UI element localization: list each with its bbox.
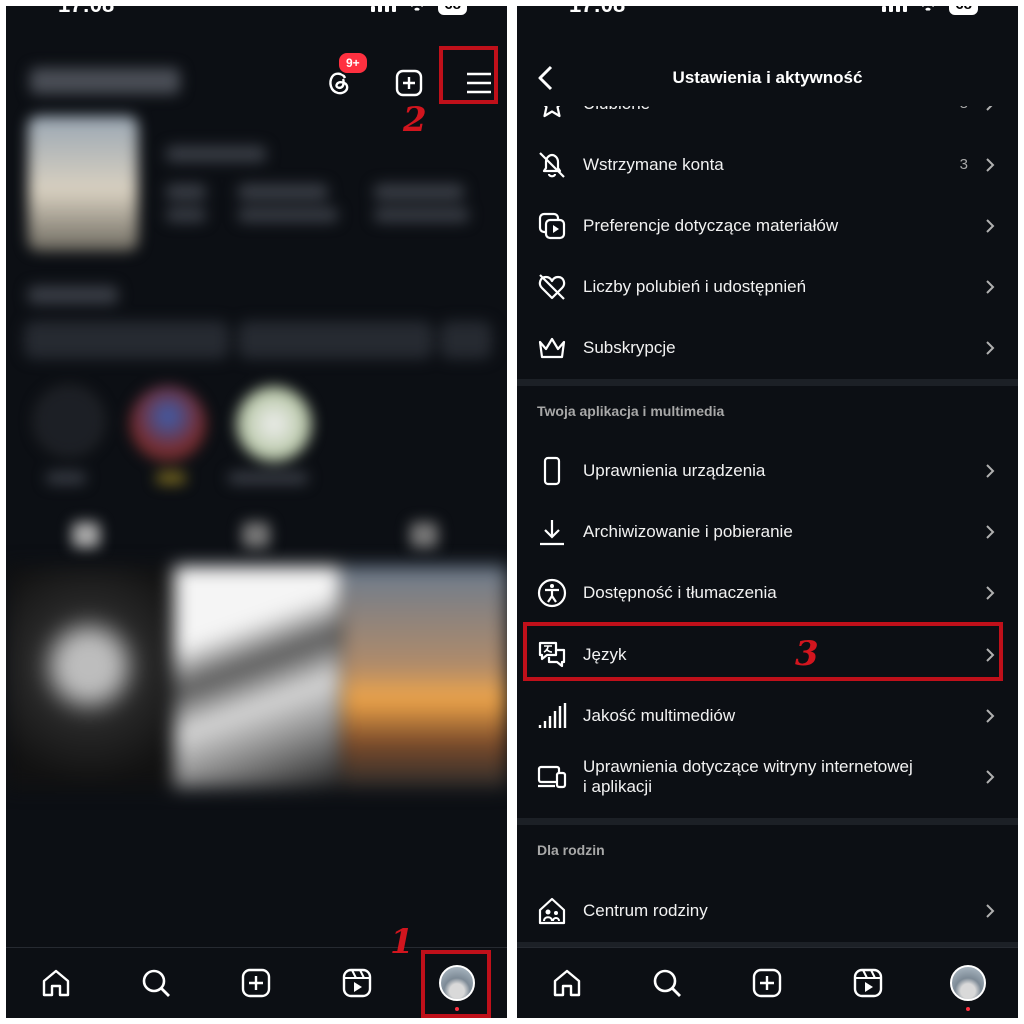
status-bar: 17:08 68 bbox=[6, 6, 507, 22]
annotation-box-language bbox=[523, 622, 1003, 681]
bottom-tab-bar bbox=[517, 947, 1018, 1018]
settings-item-subscriptions[interactable]: Subskrypcje bbox=[517, 317, 1018, 378]
signal-icon bbox=[882, 6, 908, 12]
signal-icon bbox=[371, 6, 397, 12]
settings-item-paused-accounts[interactable]: Wstrzymane konta 3 bbox=[517, 134, 1018, 195]
chevron-right-icon bbox=[986, 585, 995, 600]
settings-item-archiving-downloading[interactable]: Archiwizowanie i pobieranie bbox=[517, 501, 1018, 562]
media-preferences-icon bbox=[538, 212, 566, 239]
settings-item-label: Subskrypcje bbox=[583, 337, 676, 357]
status-time: 17:08 bbox=[58, 6, 114, 18]
family-center-icon bbox=[538, 897, 566, 924]
annotation-number-1: 1 bbox=[390, 922, 414, 962]
tab-profile[interactable] bbox=[946, 961, 990, 1011]
download-icon bbox=[540, 519, 564, 545]
settings-item-label: Centrum rodziny bbox=[583, 900, 708, 920]
tab-create[interactable] bbox=[745, 961, 789, 1005]
reels-icon bbox=[853, 968, 882, 998]
bell-off-icon bbox=[539, 151, 565, 178]
activity-dot bbox=[965, 1007, 970, 1011]
wifi-icon bbox=[922, 6, 934, 11]
home-icon bbox=[553, 969, 581, 997]
chevron-right-icon bbox=[986, 708, 995, 723]
settings-item-label: Uprawnienia urządzenia bbox=[583, 460, 766, 480]
phone-icon bbox=[543, 456, 561, 485]
annotation-box-profile bbox=[421, 950, 491, 1018]
profile-screen: 17:08 68 bbox=[6, 6, 507, 1018]
chevron-right-icon bbox=[986, 903, 995, 918]
page-title: Ustawienia i aktywność bbox=[672, 68, 863, 87]
devices-icon bbox=[537, 765, 567, 788]
threads-button[interactable]: 9+ bbox=[321, 51, 369, 101]
reels-icon bbox=[342, 968, 371, 998]
tab-home[interactable] bbox=[545, 961, 589, 1005]
settings-item-label: Archiwizowanie i pobieranie bbox=[583, 521, 793, 541]
settings-item-label: Liczby polubień i udostępnień bbox=[583, 276, 807, 296]
plus-square-icon bbox=[395, 69, 423, 97]
settings-item-device-permissions[interactable]: Uprawnienia urządzenia bbox=[517, 440, 1018, 501]
settings-item-family-center[interactable]: Centrum rodziny bbox=[517, 880, 1018, 941]
section-divider bbox=[517, 379, 1018, 386]
settings-item-website-permissions[interactable]: Uprawnienia dotyczące witryny internetow… bbox=[517, 746, 1018, 807]
chevron-right-icon bbox=[986, 279, 995, 294]
settings-item-label: Jakość multimediów bbox=[583, 705, 736, 725]
crown-icon bbox=[538, 337, 566, 358]
battery-indicator: 68 bbox=[438, 6, 467, 15]
settings-item-label: Dostępność i tłumaczenia bbox=[583, 582, 777, 602]
section-title-app-media: Twoja aplikacja i multimedia bbox=[537, 403, 725, 419]
settings-item-like-counts[interactable]: Liczby polubień i udostępnień bbox=[517, 256, 1018, 317]
settings-item-accessibility[interactable]: Dostępność i tłumaczenia bbox=[517, 562, 1018, 623]
chevron-right-icon bbox=[986, 769, 995, 784]
tab-search[interactable] bbox=[645, 961, 689, 1005]
notification-badge: 9+ bbox=[337, 51, 369, 75]
chevron-right-icon bbox=[986, 463, 995, 478]
tab-reels[interactable] bbox=[335, 961, 379, 1005]
annotation-box-menu bbox=[439, 46, 498, 104]
section-title-family: Dla rodzin bbox=[537, 842, 605, 858]
settings-item-label-line2: i aplikacji bbox=[583, 776, 652, 796]
create-icon bbox=[753, 968, 782, 998]
accessibility-icon bbox=[537, 578, 567, 607]
settings-item-label: Uprawnienia dotyczące witryny internetow… bbox=[583, 757, 913, 797]
settings-item-media-quality[interactable]: Jakość multimediów bbox=[517, 685, 1018, 746]
post-grid bbox=[6, 566, 507, 788]
chevron-right-icon bbox=[986, 218, 995, 233]
post-thumbnail[interactable] bbox=[174, 566, 340, 788]
settings-screen: 17:08 68 Ulubione 8 Wstrzymane konta 3 P… bbox=[517, 6, 1018, 1018]
search-icon bbox=[142, 969, 171, 997]
search-icon bbox=[653, 969, 682, 997]
wifi-icon bbox=[411, 6, 423, 11]
settings-item-content-preferences[interactable]: Preferencje dotyczące materiałów bbox=[517, 195, 1018, 256]
create-post-button[interactable] bbox=[391, 65, 427, 101]
tab-search[interactable] bbox=[134, 961, 178, 1005]
tab-home[interactable] bbox=[34, 961, 78, 1005]
section-divider bbox=[517, 818, 1018, 825]
tab-reels[interactable] bbox=[846, 961, 890, 1005]
status-time: 17:08 bbox=[569, 6, 625, 18]
post-thumbnail[interactable] bbox=[342, 566, 507, 788]
signal-bars-icon bbox=[538, 702, 567, 728]
post-thumbnail[interactable] bbox=[6, 566, 172, 788]
heart-off-icon bbox=[538, 273, 566, 300]
home-icon bbox=[42, 969, 70, 997]
annotation-number-3: 3 bbox=[795, 634, 819, 674]
chevron-right-icon bbox=[986, 157, 995, 172]
annotation-number-2: 2 bbox=[403, 100, 427, 140]
chevron-right-icon bbox=[986, 524, 995, 539]
settings-item-label-line1: Uprawnienia dotyczące witryny internetow… bbox=[583, 756, 913, 776]
settings-item-label: Wstrzymane konta bbox=[583, 154, 724, 174]
battery-indicator: 68 bbox=[949, 6, 978, 15]
settings-item-label: Preferencje dotyczące materiałów bbox=[583, 215, 839, 235]
chevron-right-icon bbox=[986, 340, 995, 355]
profile-avatar bbox=[949, 965, 986, 1001]
create-icon bbox=[242, 968, 271, 998]
settings-header: Ustawienia i aktywność bbox=[517, 50, 1018, 106]
tab-create[interactable] bbox=[234, 961, 278, 1005]
status-bar: 17:08 68 bbox=[517, 6, 1018, 22]
settings-item-count: 3 bbox=[959, 156, 968, 173]
